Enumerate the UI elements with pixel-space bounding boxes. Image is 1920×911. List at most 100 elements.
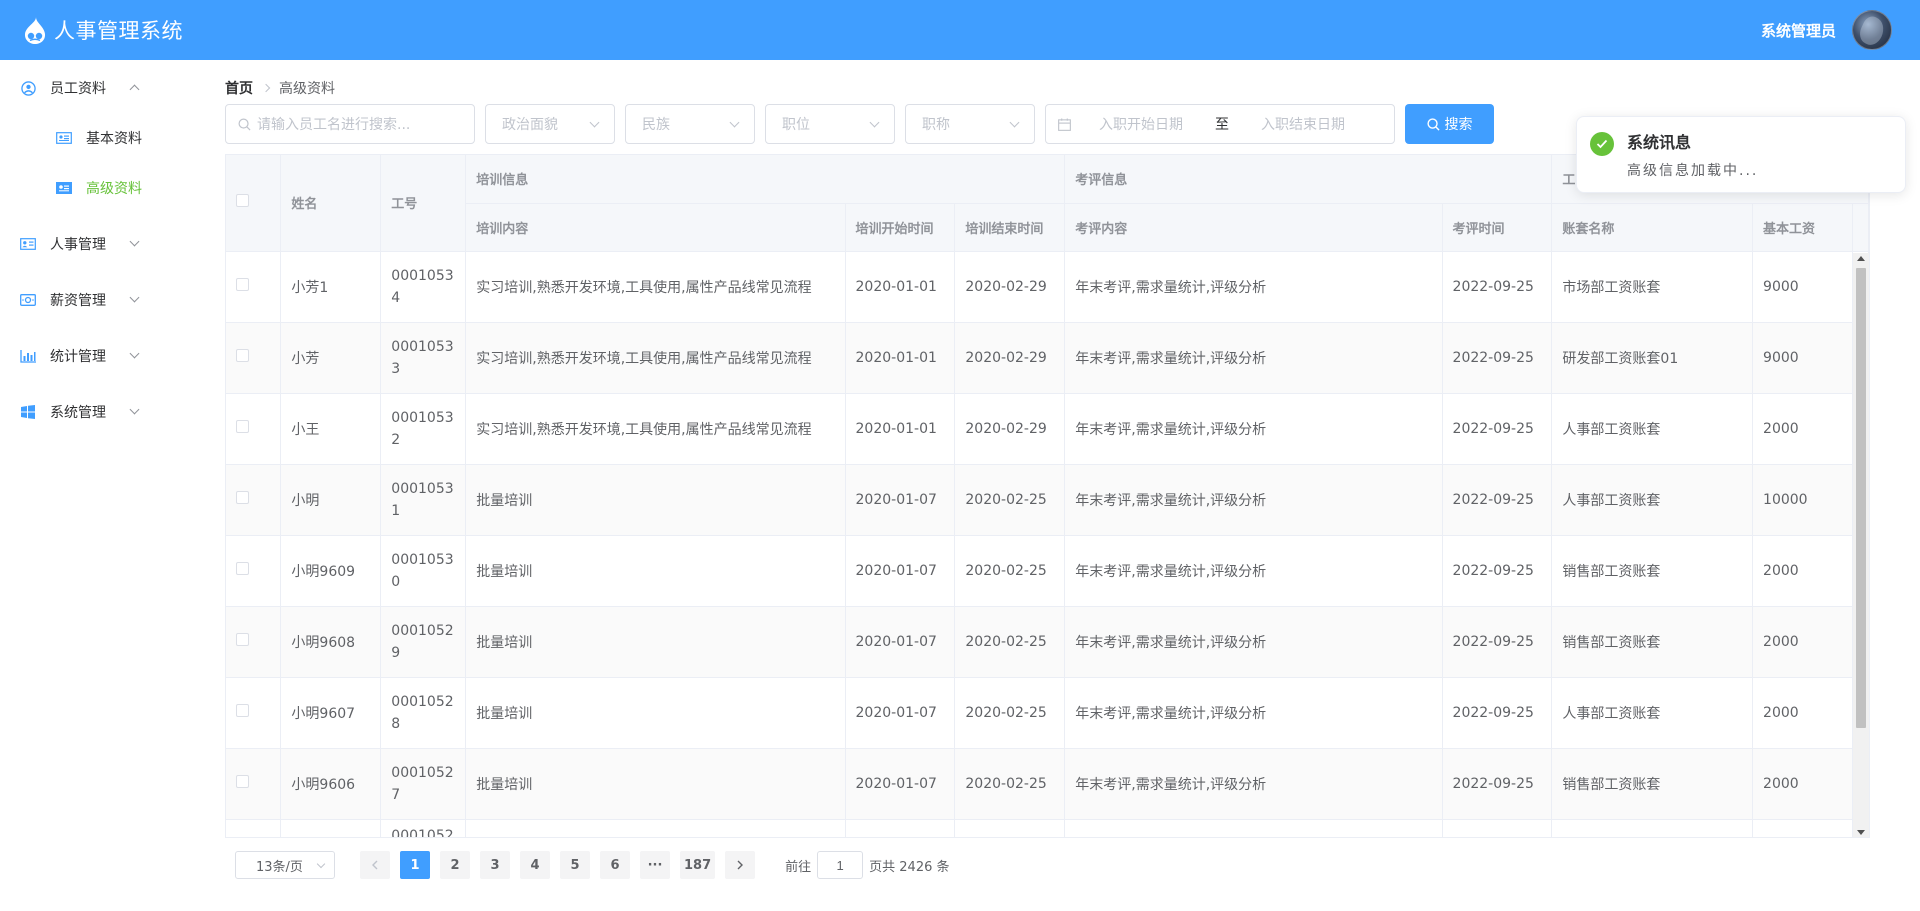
scroll-down-icon[interactable] bbox=[1857, 830, 1865, 835]
col-header-review-content[interactable]: 考评内容 bbox=[1064, 203, 1443, 252]
row-checkbox[interactable] bbox=[236, 562, 249, 575]
avatar[interactable] bbox=[1852, 10, 1892, 50]
row-checkbox[interactable] bbox=[236, 349, 249, 362]
row-select-cell[interactable] bbox=[226, 606, 282, 678]
breadcrumb-home[interactable]: 首页 bbox=[225, 78, 253, 98]
scrollbar-thumb[interactable] bbox=[1856, 268, 1866, 728]
sidebar-item-personnel[interactable]: 人事管理 bbox=[0, 216, 200, 272]
page-button[interactable]: 4 bbox=[520, 851, 550, 879]
page-button[interactable]: 2 bbox=[440, 851, 470, 879]
cell-name: 小明9608 bbox=[280, 606, 382, 678]
cell-name: 小芳 bbox=[280, 322, 382, 394]
table-scrollbar[interactable] bbox=[1853, 253, 1869, 837]
page-button[interactable]: 1 bbox=[400, 851, 430, 879]
search-button[interactable]: 搜索 bbox=[1405, 104, 1494, 144]
next-page-button[interactable] bbox=[725, 851, 756, 879]
page-button[interactable]: 3 bbox=[480, 851, 510, 879]
table-row[interactable]: 小明 0001053 1 批量培训 2020-01-07 2020-02-25 年末考评,需… bbox=[226, 464, 1869, 536]
chevron-right-icon bbox=[737, 860, 744, 870]
breadcrumb-current: 高级资料 bbox=[279, 81, 335, 97]
sidebar-item-salary[interactable]: 薪资管理 bbox=[0, 272, 200, 328]
date-end-input[interactable]: 入职结束日期 bbox=[1261, 114, 1361, 134]
row-checkbox[interactable] bbox=[236, 420, 249, 433]
breadcrumb: 首页 高级资料 bbox=[225, 78, 335, 98]
col-header-name[interactable]: 姓名 bbox=[280, 155, 382, 252]
cell-review-content: 年末考评,需求量统计,评级分析 bbox=[1064, 535, 1443, 607]
search-input[interactable]: 请输入员工名进行搜索... bbox=[225, 104, 475, 144]
work-id-part: 9 bbox=[391, 644, 401, 661]
cell-train-end: 2020-02-29 bbox=[954, 322, 1066, 394]
table-row[interactable]: 小芳1 0001053 4 实习培训,熟悉开发环境,工具使用,属性产品线常见流程 202… bbox=[226, 251, 1869, 323]
select-all-checkbox[interactable] bbox=[236, 194, 249, 208]
cell-train-start: 2020-01-01 bbox=[845, 251, 956, 323]
bar-chart-icon bbox=[20, 348, 36, 364]
col-header-train-content[interactable]: 培训内容 bbox=[465, 203, 846, 252]
table-row[interactable]: 小明9608 0001052 9 批量培训 2020-01-07 2020-02-25 年末… bbox=[226, 606, 1869, 678]
row-select-cell[interactable] bbox=[226, 251, 282, 323]
row-select-cell[interactable] bbox=[226, 748, 282, 820]
cell-basic-salary: 2000 bbox=[1752, 393, 1853, 465]
joblevel-select[interactable]: 职称 bbox=[905, 104, 1035, 144]
col-header-basic-salary[interactable]: 基本工资 bbox=[1752, 203, 1853, 252]
col-header-train-end[interactable]: 培训结束时间 bbox=[954, 203, 1066, 252]
sidebar-item-system[interactable]: 系统管理 bbox=[0, 384, 200, 440]
sidebar-subitem-advanced[interactable]: 高级资料 bbox=[0, 160, 200, 216]
chevron-down-icon bbox=[869, 117, 880, 127]
nation-select[interactable]: 民族 bbox=[625, 104, 755, 144]
col-header-work-id[interactable]: 工号 bbox=[380, 155, 467, 252]
row-select-cell[interactable] bbox=[226, 535, 282, 607]
prev-page-button[interactable] bbox=[360, 851, 390, 879]
page-button[interactable]: 6 bbox=[600, 851, 630, 879]
table-row[interactable]: 小芳 0001053 3 实习培训,熟悉开发环境,工具使用,属性产品线常见流程 2020… bbox=[226, 322, 1869, 394]
col-header-account-name[interactable]: 账套名称 bbox=[1551, 203, 1754, 252]
row-select-cell[interactable] bbox=[226, 464, 282, 536]
page-button[interactable]: 5 bbox=[560, 851, 590, 879]
cell-train-start: 2020-01-07 bbox=[845, 535, 956, 607]
work-id-part: 0001052 bbox=[391, 693, 454, 710]
page-ellipsis-button[interactable]: ··· bbox=[640, 851, 670, 879]
work-id-part: 8 bbox=[391, 715, 401, 732]
table-row[interactable]: 小明9606 0001052 7 批量培训 2020-01-07 2020-02-25 年末… bbox=[226, 748, 1869, 820]
row-checkbox[interactable] bbox=[236, 633, 249, 646]
date-range-picker[interactable]: 入职开始日期 至 入职结束日期 bbox=[1045, 104, 1395, 144]
table-cell bbox=[1551, 819, 1754, 837]
position-select[interactable]: 职位 bbox=[765, 104, 895, 144]
goto-page-input[interactable] bbox=[817, 851, 864, 879]
row-checkbox[interactable] bbox=[236, 704, 249, 717]
table-row[interactable]: 小王 0001053 2 实习培训,熟悉开发环境,工具使用,属性产品线常见流程 2020… bbox=[226, 393, 1869, 465]
sidebar-item-label: 系统管理 bbox=[50, 405, 106, 421]
work-id-part: 0001053 bbox=[391, 409, 454, 426]
scroll-up-icon[interactable] bbox=[1857, 256, 1865, 261]
row-select-cell[interactable] bbox=[226, 393, 282, 465]
row-checkbox[interactable] bbox=[236, 278, 249, 291]
sidebar-item-stats[interactable]: 统计管理 bbox=[0, 328, 200, 384]
drupal-drop-icon bbox=[24, 17, 46, 44]
top-header: 人事管理系统 系统管理员 bbox=[0, 0, 1920, 60]
user-menu[interactable]: 系统管理员 bbox=[1761, 10, 1892, 50]
table-row[interactable]: 小明9607 0001052 8 批量培训 2020-01-07 2020-02-25 年末… bbox=[226, 677, 1869, 749]
cell-name: 小芳1 bbox=[280, 251, 382, 323]
date-start-input[interactable]: 入职开始日期 bbox=[1099, 114, 1199, 134]
page-button[interactable]: 187 bbox=[680, 851, 716, 879]
page-size-select[interactable]: 13条/页 bbox=[235, 851, 335, 879]
table-row[interactable]: 0001052 bbox=[226, 819, 1869, 837]
sidebar-item-employee[interactable]: 员工资料 bbox=[0, 60, 200, 116]
sidebar-subitem-basic[interactable]: 基本资料 bbox=[0, 110, 200, 166]
cell-review-date: 2022-09-25 bbox=[1442, 677, 1553, 749]
brand[interactable]: 人事管理系统 bbox=[20, 15, 183, 45]
chevron-down-icon bbox=[589, 117, 600, 127]
table-row[interactable]: 小明9609 0001053 0 批量培训 2020-01-07 2020-02-25 年末… bbox=[226, 535, 1869, 607]
row-select-cell[interactable] bbox=[226, 677, 282, 749]
user-name[interactable]: 系统管理员 bbox=[1761, 20, 1836, 41]
row-checkbox[interactable] bbox=[236, 775, 249, 788]
cell-name: 小明9607 bbox=[280, 677, 382, 749]
col-header-train-start[interactable]: 培训开始时间 bbox=[845, 203, 956, 252]
calendar-icon bbox=[1058, 117, 1071, 131]
cell-account-name: 人事部工资账套 bbox=[1551, 677, 1754, 749]
col-header-review-date[interactable]: 考评时间 bbox=[1442, 203, 1553, 252]
politic-select[interactable]: 政治面貌 bbox=[485, 104, 615, 144]
row-checkbox[interactable] bbox=[236, 491, 249, 504]
row-select-cell[interactable] bbox=[226, 322, 282, 394]
select-all-cell[interactable] bbox=[226, 155, 282, 252]
select-placeholder: 政治面貌 bbox=[502, 117, 558, 133]
